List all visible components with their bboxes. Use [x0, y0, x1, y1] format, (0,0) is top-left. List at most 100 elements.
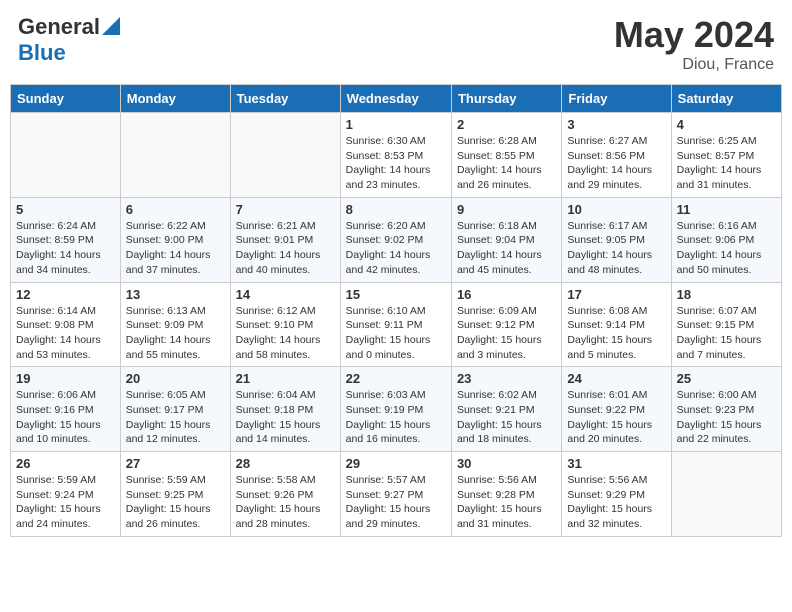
calendar-week-row: 1 Sunrise: 6:30 AM Sunset: 8:53 PM Daylig…: [11, 113, 782, 198]
page-header: General Blue May 2024 Diou, France: [10, 10, 782, 78]
day-number: 23: [457, 371, 556, 386]
calendar-day-cell: 6Sunrise: 6:22 AM Sunset: 9:00 PM Daylig…: [120, 197, 230, 282]
day-info: Sunrise: 6:08 AM Sunset: 9:14 PM Dayligh…: [567, 304, 665, 363]
logo: General Blue: [18, 14, 120, 66]
calendar-day-cell: 22Sunrise: 6:03 AM Sunset: 9:19 PM Dayli…: [340, 367, 451, 452]
calendar-day-cell: 27Sunrise: 5:59 AM Sunset: 9:25 PM Dayli…: [120, 452, 230, 537]
calendar-week-row: 12 Sunrise: 6:14 AM Sunset: 9:08 PM Dayli…: [11, 282, 782, 367]
day-number: 16: [457, 287, 556, 302]
day-number: 10: [567, 202, 665, 217]
day-info: Sunrise: 5:58 AM Sunset: 9:26 PM Dayligh…: [236, 473, 335, 532]
day-info: Sunrise: 6:12 AM Sunset: 9:10 PM Dayligh…: [236, 304, 335, 363]
calendar-day-cell: [230, 113, 340, 198]
day-number: 18: [677, 287, 776, 302]
calendar-day-cell: 16 Sunrise: 6:09 AM Sunset: 9:12 PM Dayli…: [451, 282, 561, 367]
logo-general-text: General: [18, 14, 100, 40]
calendar-week-row: 5 Sunrise: 6:24 AM Sunset: 8:59 PM Daylig…: [11, 197, 782, 282]
calendar-day-cell: 31Sunrise: 5:56 AM Sunset: 9:29 PM Dayli…: [562, 452, 671, 537]
calendar-day-cell: 17 Sunrise: 6:08 AM Sunset: 9:14 PM Dayli…: [562, 282, 671, 367]
calendar-day-cell: 1 Sunrise: 6:30 AM Sunset: 8:53 PM Daylig…: [340, 113, 451, 198]
day-number: 15: [346, 287, 446, 302]
day-number: 9: [457, 202, 556, 217]
day-info: Sunrise: 6:03 AM Sunset: 9:19 PM Dayligh…: [346, 388, 446, 447]
day-info: Sunrise: 6:16 AM Sunset: 9:06 PM Dayligh…: [677, 219, 776, 278]
day-number: 14: [236, 287, 335, 302]
calendar-week-row: 19 Sunrise: 6:06 AM Sunset: 9:16 PM Dayli…: [11, 367, 782, 452]
day-number: 12: [16, 287, 115, 302]
day-info: Sunrise: 6:09 AM Sunset: 9:12 PM Dayligh…: [457, 304, 556, 363]
day-info: Sunrise: 6:28 AM Sunset: 8:55 PM Dayligh…: [457, 134, 556, 193]
calendar-day-cell: 15 Sunrise: 6:10 AM Sunset: 9:11 PM Dayli…: [340, 282, 451, 367]
calendar-day-cell: 8 Sunrise: 6:20 AM Sunset: 9:02 PM Daylig…: [340, 197, 451, 282]
day-number: 21: [236, 371, 335, 386]
day-info: Sunrise: 6:27 AM Sunset: 8:56 PM Dayligh…: [567, 134, 665, 193]
day-number: 31: [567, 456, 665, 471]
calendar-day-cell: [671, 452, 781, 537]
calendar-day-cell: 19 Sunrise: 6:06 AM Sunset: 9:16 PM Dayli…: [11, 367, 121, 452]
day-info: Sunrise: 6:25 AM Sunset: 8:57 PM Dayligh…: [677, 134, 776, 193]
day-number: 5: [16, 202, 115, 217]
day-number: 26: [16, 456, 115, 471]
day-info: Sunrise: 6:07 AM Sunset: 9:15 PM Dayligh…: [677, 304, 776, 363]
calendar-day-cell: 2Sunrise: 6:28 AM Sunset: 8:55 PM Daylig…: [451, 113, 561, 198]
calendar-day-cell: 23 Sunrise: 6:02 AM Sunset: 9:21 PM Dayli…: [451, 367, 561, 452]
calendar-day-cell: 30 Sunrise: 5:56 AM Sunset: 9:28 PM Dayli…: [451, 452, 561, 537]
location-subtitle: Diou, France: [614, 56, 774, 74]
day-info: Sunrise: 6:10 AM Sunset: 9:11 PM Dayligh…: [346, 304, 446, 363]
calendar-day-cell: 7 Sunrise: 6:21 AM Sunset: 9:01 PM Daylig…: [230, 197, 340, 282]
calendar-day-cell: 10Sunrise: 6:17 AM Sunset: 9:05 PM Dayli…: [562, 197, 671, 282]
day-info: Sunrise: 5:56 AM Sunset: 9:28 PM Dayligh…: [457, 473, 556, 532]
calendar-day-cell: 3 Sunrise: 6:27 AM Sunset: 8:56 PM Daylig…: [562, 113, 671, 198]
day-info: Sunrise: 6:21 AM Sunset: 9:01 PM Dayligh…: [236, 219, 335, 278]
calendar-day-cell: 24 Sunrise: 6:01 AM Sunset: 9:22 PM Dayli…: [562, 367, 671, 452]
day-number: 13: [126, 287, 225, 302]
calendar-day-cell: [120, 113, 230, 198]
day-number: 1: [346, 117, 446, 132]
calendar-header-row: SundayMondayTuesdayWednesdayThursdayFrid…: [11, 85, 782, 113]
calendar-day-cell: 12 Sunrise: 6:14 AM Sunset: 9:08 PM Dayli…: [11, 282, 121, 367]
day-number: 6: [126, 202, 225, 217]
day-info: Sunrise: 5:59 AM Sunset: 9:24 PM Dayligh…: [16, 473, 115, 532]
day-number: 11: [677, 202, 776, 217]
logo-blue-text: Blue: [18, 40, 66, 65]
logo-triangle-icon: [102, 17, 120, 40]
day-number: 28: [236, 456, 335, 471]
calendar-day-cell: 4 Sunrise: 6:25 AM Sunset: 8:57 PM Daylig…: [671, 113, 781, 198]
calendar-day-cell: 29Sunrise: 5:57 AM Sunset: 9:27 PM Dayli…: [340, 452, 451, 537]
day-info: Sunrise: 6:04 AM Sunset: 9:18 PM Dayligh…: [236, 388, 335, 447]
calendar-day-cell: 13 Sunrise: 6:13 AM Sunset: 9:09 PM Dayli…: [120, 282, 230, 367]
calendar-week-row: 26 Sunrise: 5:59 AM Sunset: 9:24 PM Dayli…: [11, 452, 782, 537]
day-info: Sunrise: 6:14 AM Sunset: 9:08 PM Dayligh…: [16, 304, 115, 363]
day-number: 7: [236, 202, 335, 217]
day-info: Sunrise: 6:18 AM Sunset: 9:04 PM Dayligh…: [457, 219, 556, 278]
day-number: 8: [346, 202, 446, 217]
calendar-day-cell: 14 Sunrise: 6:12 AM Sunset: 9:10 PM Dayli…: [230, 282, 340, 367]
day-of-week-header: Monday: [120, 85, 230, 113]
calendar-day-cell: 20Sunrise: 6:05 AM Sunset: 9:17 PM Dayli…: [120, 367, 230, 452]
calendar-day-cell: 25Sunrise: 6:00 AM Sunset: 9:23 PM Dayli…: [671, 367, 781, 452]
day-of-week-header: Friday: [562, 85, 671, 113]
month-year-title: May 2024: [614, 14, 774, 56]
day-info: Sunrise: 6:06 AM Sunset: 9:16 PM Dayligh…: [16, 388, 115, 447]
day-number: 4: [677, 117, 776, 132]
day-number: 25: [677, 371, 776, 386]
day-info: Sunrise: 6:13 AM Sunset: 9:09 PM Dayligh…: [126, 304, 225, 363]
day-info: Sunrise: 6:24 AM Sunset: 8:59 PM Dayligh…: [16, 219, 115, 278]
day-number: 30: [457, 456, 556, 471]
day-info: Sunrise: 6:01 AM Sunset: 9:22 PM Dayligh…: [567, 388, 665, 447]
calendar-table: SundayMondayTuesdayWednesdayThursdayFrid…: [10, 84, 782, 537]
day-number: 17: [567, 287, 665, 302]
day-number: 24: [567, 371, 665, 386]
day-of-week-header: Wednesday: [340, 85, 451, 113]
calendar-day-cell: 21 Sunrise: 6:04 AM Sunset: 9:18 PM Dayli…: [230, 367, 340, 452]
calendar-day-cell: 28 Sunrise: 5:58 AM Sunset: 9:26 PM Dayli…: [230, 452, 340, 537]
day-info: Sunrise: 6:30 AM Sunset: 8:53 PM Dayligh…: [346, 134, 446, 193]
day-info: Sunrise: 6:20 AM Sunset: 9:02 PM Dayligh…: [346, 219, 446, 278]
day-number: 19: [16, 371, 115, 386]
day-number: 3: [567, 117, 665, 132]
day-of-week-header: Saturday: [671, 85, 781, 113]
calendar-day-cell: 18 Sunrise: 6:07 AM Sunset: 9:15 PM Dayli…: [671, 282, 781, 367]
calendar-day-cell: 5 Sunrise: 6:24 AM Sunset: 8:59 PM Daylig…: [11, 197, 121, 282]
day-number: 29: [346, 456, 446, 471]
day-info: Sunrise: 6:02 AM Sunset: 9:21 PM Dayligh…: [457, 388, 556, 447]
